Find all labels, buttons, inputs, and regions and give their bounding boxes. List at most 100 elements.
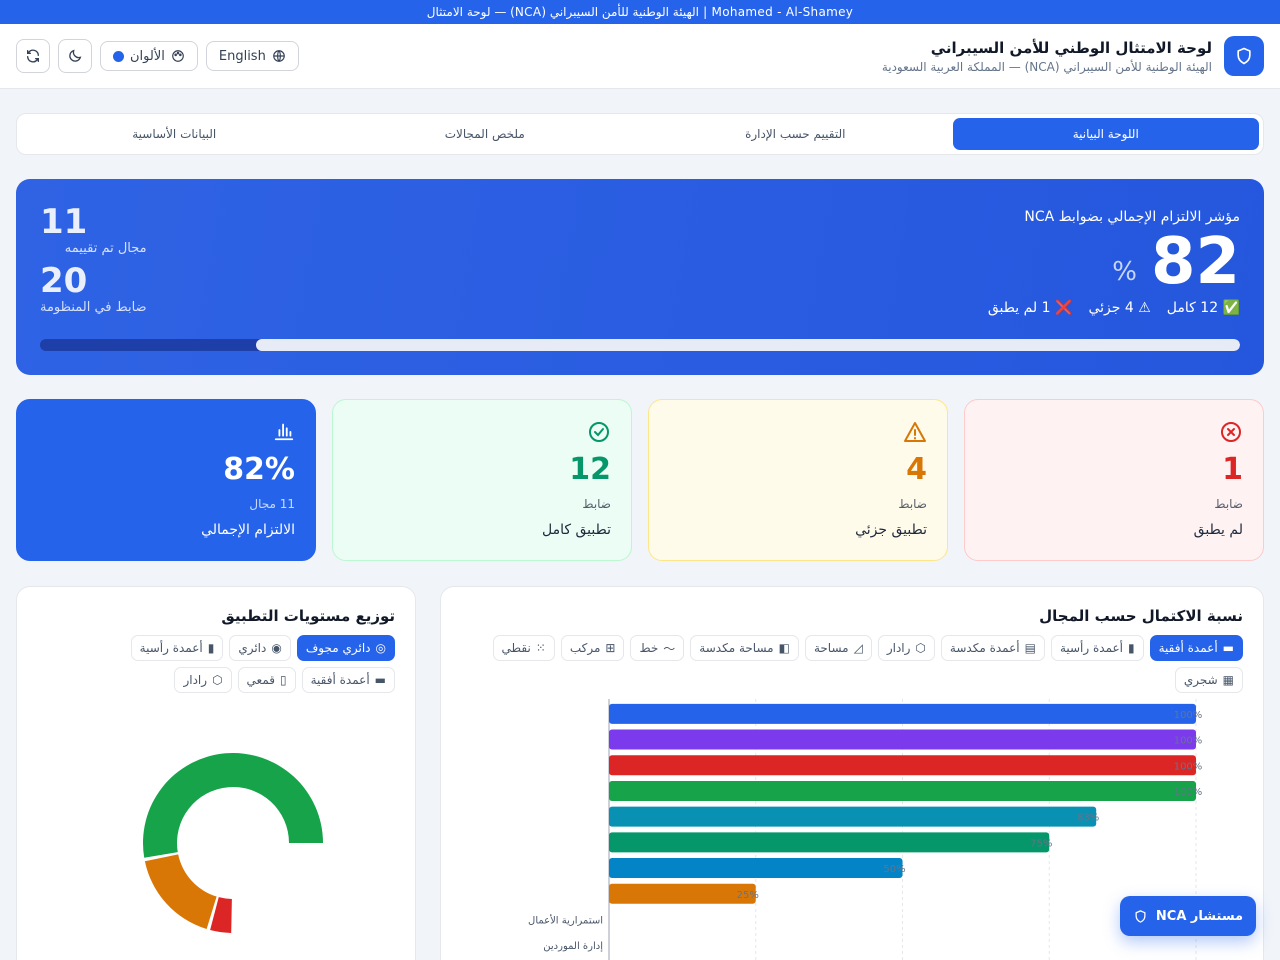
dist-chart-chip-2[interactable]: ▮ أعمدة رأسية bbox=[130, 635, 224, 661]
globe-icon bbox=[272, 50, 285, 62]
card-overall: 82% 11 مجال الالتزام الإجمالي bbox=[16, 399, 316, 561]
domains-count: 11 bbox=[40, 202, 88, 242]
bar-value-label-7: 25% bbox=[737, 890, 759, 901]
nca-advisor-button[interactable]: مستشار NCA bbox=[1120, 896, 1256, 936]
language-label: English bbox=[218, 48, 266, 64]
domain-chart-chip-6[interactable]: 〜 خط bbox=[630, 635, 685, 661]
bar-chart-icon bbox=[273, 420, 295, 446]
tab-department-assessment[interactable]: التقييم حسب الإدارة bbox=[642, 118, 949, 150]
chart-type-icon: ▦ bbox=[1222, 673, 1234, 687]
breakdown-full: ✅ 12 كامل bbox=[1166, 300, 1240, 316]
chip-label: شجري bbox=[1183, 673, 1218, 687]
compliance-progress-fill bbox=[256, 339, 1240, 351]
chip-label: مساحة bbox=[813, 641, 849, 655]
app-title: لوحة الامتثال الوطني للأمن السيبراني bbox=[930, 38, 1212, 57]
chart-type-icon: ◉ bbox=[271, 641, 282, 655]
chip-label: رادار bbox=[886, 641, 911, 655]
domain-chart-chip-5[interactable]: ◧ مساحة مكدسة bbox=[690, 635, 799, 661]
card-overall-label: الالتزام الإجمالي bbox=[201, 522, 295, 538]
dist-chart-chip-0[interactable]: ◎ دائري مجوف bbox=[296, 635, 395, 661]
domain-chart-chip-0[interactable]: ▬ أعمدة أفقية bbox=[1149, 635, 1243, 661]
chip-label: أعمدة أفقية bbox=[310, 673, 370, 687]
category-label-9: إدارة الموردين bbox=[543, 941, 603, 952]
top-banner-text: Mohamed - Al-Shamey | الهيئة الوطنية للأ… bbox=[426, 5, 854, 19]
language-button[interactable]: English bbox=[205, 41, 299, 71]
bar-5 bbox=[609, 832, 1050, 853]
palette-icon bbox=[172, 50, 184, 62]
hero-label: مؤشر الالتزام الإجمالي بضوابط NCA bbox=[1024, 209, 1240, 225]
chart-type-icon: ▮ bbox=[207, 641, 215, 655]
chart-type-icon: ▬ bbox=[1222, 641, 1234, 655]
fab-label: مستشار NCA bbox=[1155, 908, 1244, 924]
card-full-label: تطبيق كامل bbox=[542, 522, 611, 538]
chip-label: أعمدة رأسية bbox=[139, 641, 203, 655]
domain-chart-chip-3[interactable]: ⬡ رادار bbox=[877, 635, 935, 661]
tab-domains-summary[interactable]: ملخص المجالات bbox=[332, 118, 639, 150]
domain-chart-chip-9[interactable]: ▦ شجري bbox=[1174, 667, 1243, 693]
chart-type-icon: ◿ bbox=[853, 641, 863, 655]
app-header: لوحة الامتثال الوطني للأمن السيبراني اله… bbox=[0, 24, 1280, 89]
colors-button[interactable]: الألوان bbox=[100, 41, 198, 71]
chart-type-icon: ▮ bbox=[1128, 641, 1135, 655]
chip-label: خط bbox=[639, 641, 659, 655]
bar-0 bbox=[609, 703, 1196, 724]
bar-2 bbox=[609, 755, 1196, 776]
bar-value-label-4: 83% bbox=[1077, 813, 1099, 824]
domain-chart-chip-8[interactable]: ⁙ نقطي bbox=[492, 635, 555, 661]
bar-1 bbox=[609, 729, 1196, 750]
hero-score-value: 82 bbox=[1150, 225, 1240, 299]
chip-label: أعمدة أفقية bbox=[1158, 641, 1218, 655]
hero-score: 82 % bbox=[1112, 229, 1240, 295]
domain-chart-chip-7[interactable]: ⊞ مركب bbox=[560, 635, 625, 661]
chart-type-icon: ⊞ bbox=[605, 641, 616, 655]
hero-stats: 11 مجال تم تقييمه 20 ضابط في المنظومة bbox=[40, 203, 147, 321]
dark-mode-button[interactable] bbox=[58, 39, 92, 73]
bar-3 bbox=[609, 780, 1196, 801]
x-circle-icon bbox=[1219, 420, 1243, 448]
compliance-progress-bar bbox=[40, 339, 1240, 351]
compliance-hero: مؤشر الالتزام الإجمالي بضوابط NCA 82 % ✅… bbox=[16, 179, 1264, 375]
tab-dashboard[interactable]: اللوحة البيانية bbox=[952, 118, 1259, 150]
chart-type-icon: ⁙ bbox=[535, 641, 546, 655]
dist-chart-type-chips: ◎ دائري مجوف ◉ دائري ▮ أعمدة رأسية ▬ أعمدة أفقي… bbox=[125, 635, 395, 693]
card-partial-value: 4 bbox=[906, 452, 927, 487]
card-none: 1 ضابط لم يطبق bbox=[964, 399, 1264, 561]
domain-chart-chip-1[interactable]: ▮ أعمدة رأسية bbox=[1050, 635, 1144, 661]
check-circle-icon bbox=[587, 420, 611, 448]
header-tools: الألوان English bbox=[16, 39, 299, 73]
donut-slice-1 bbox=[144, 854, 217, 930]
chip-label: مساحة مكدسة bbox=[699, 641, 774, 655]
bar-value-label-2: 100% bbox=[1174, 761, 1203, 772]
bar-value-label-5: 75% bbox=[1030, 838, 1052, 849]
chip-label: دائري bbox=[238, 641, 267, 655]
bar-value-label-1: 100% bbox=[1174, 736, 1203, 747]
card-none-sub: ضابط bbox=[1214, 497, 1243, 511]
card-overall-value: 82% bbox=[223, 452, 295, 487]
dist-chart-chip-3[interactable]: ▬ أعمدة أفقية bbox=[301, 667, 395, 693]
breakdown-none: ❌ 1 لم يطبق bbox=[987, 300, 1073, 316]
chip-label: دائري مجوف bbox=[305, 641, 371, 655]
dist-chart-chip-5[interactable]: ⬡ رادار bbox=[174, 667, 232, 693]
card-full: 12 ضابط تطبيق كامل bbox=[332, 399, 632, 561]
domain-chart-chip-2[interactable]: ▤ أعمدة مكدسة bbox=[940, 635, 1045, 661]
card-partial-label: تطبيق جزئي bbox=[855, 522, 927, 538]
moon-icon bbox=[69, 49, 82, 62]
shield-logo-icon bbox=[1224, 36, 1264, 76]
bar-value-label-6: 50% bbox=[883, 864, 905, 875]
chart-type-icon: ▤ bbox=[1024, 641, 1036, 655]
bar-value-label-0: 100% bbox=[1174, 710, 1203, 721]
domain-panel-title: نسبة الاكتمال حسب المجال bbox=[1039, 607, 1243, 625]
card-partial: 4 ضابط تطبيق جزئي bbox=[648, 399, 948, 561]
main-tabs: اللوحة البيانية التقييم حسب الإدارة ملخص… bbox=[16, 113, 1264, 155]
dist-chart-chip-4[interactable]: ▯ قمعي bbox=[237, 667, 296, 693]
chart-type-icon: ⬡ bbox=[212, 673, 223, 687]
category-label-8: استمرارية الأعمال bbox=[528, 913, 603, 926]
domain-chart-chip-4[interactable]: ◿ مساحة bbox=[804, 635, 872, 661]
brand: لوحة الامتثال الوطني للأمن السيبراني اله… bbox=[882, 36, 1264, 76]
chip-label: مركب bbox=[569, 641, 601, 655]
tab-base-data[interactable]: البيانات الأساسية bbox=[21, 118, 328, 150]
refresh-button[interactable] bbox=[16, 39, 50, 73]
refresh-icon bbox=[27, 49, 39, 63]
dist-chart-chip-1[interactable]: ◉ دائري bbox=[229, 635, 291, 661]
bar-4 bbox=[609, 806, 1097, 827]
